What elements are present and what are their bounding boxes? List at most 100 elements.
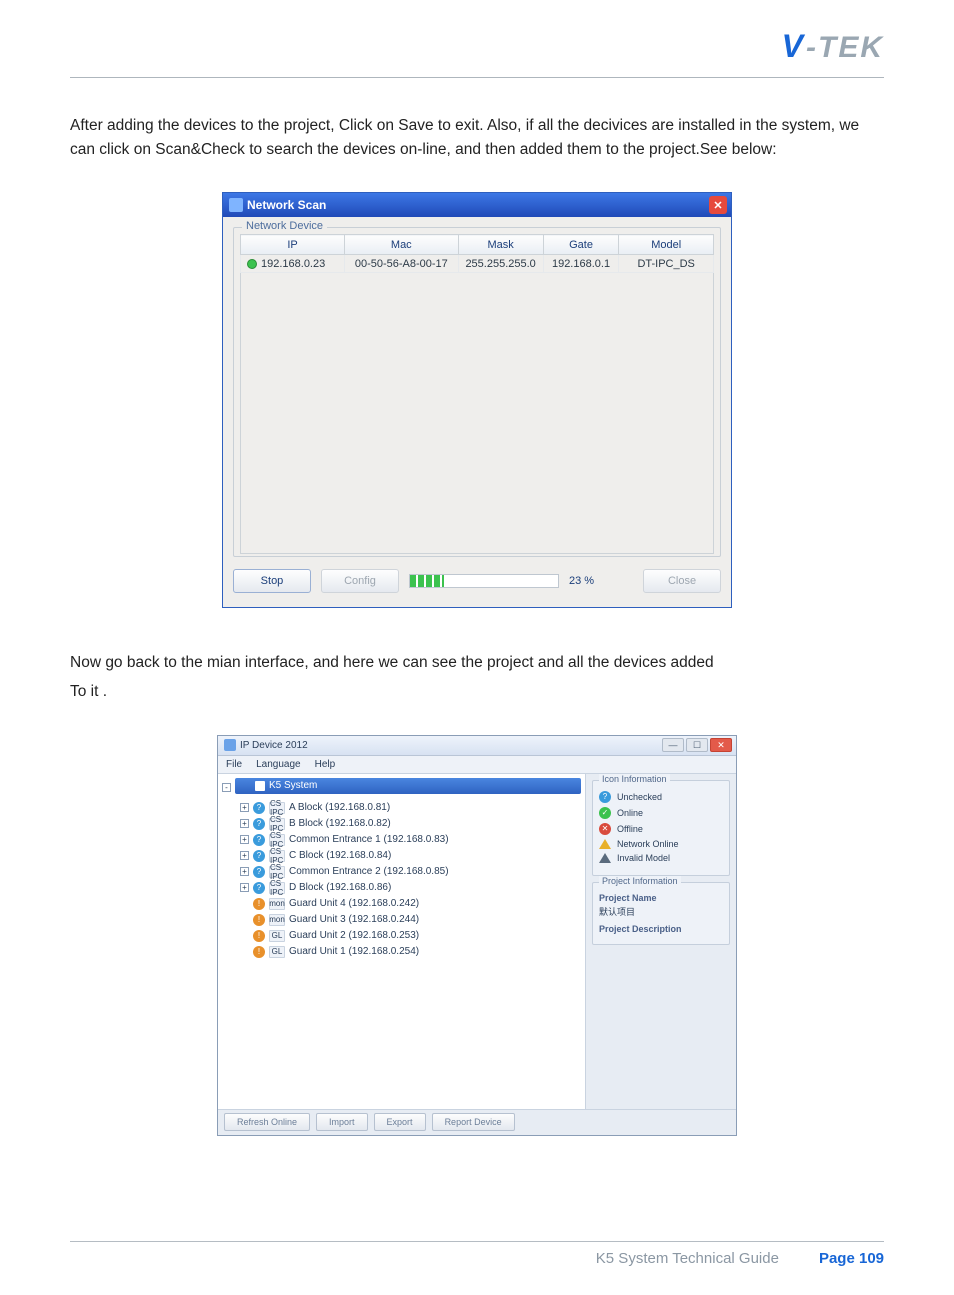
fieldset-legend: Network Device (242, 220, 327, 232)
cell-mac: 00-50-56-A8-00-17 (345, 255, 459, 273)
minimize-icon[interactable]: — (662, 738, 684, 752)
logo-rest: -TEK (806, 31, 884, 64)
menu-bar: File Language Help (218, 756, 736, 774)
cell-mask: 255.255.255.0 (458, 255, 543, 273)
system-icon (255, 781, 265, 791)
tree-item[interactable]: +? CS IPC A Block (192.168.0.81) (240, 800, 581, 816)
tree-expander[interactable]: + (240, 819, 249, 828)
table-empty-area (241, 273, 713, 553)
status-icon: ? (253, 834, 265, 846)
tree-item[interactable]: ! GL Guard Unit 1 (192.168.0.254) (240, 944, 581, 960)
status-icon: ? (253, 818, 265, 830)
col-mask[interactable]: Mask (458, 235, 543, 255)
tree-item[interactable]: +?CS IPCCommon Entrance 1 (192.168.0.83) (240, 832, 581, 848)
tree-item[interactable]: !monGuard Unit 4 (192.168.0.242) (240, 896, 581, 912)
tree-item[interactable]: +? CS IPC Common Entrance 2 (192.168.0.85) (240, 864, 581, 880)
menu-file[interactable]: File (226, 759, 242, 770)
footer-page-number: Page 109 (819, 1250, 884, 1267)
device-type-icon: CS IPC (269, 818, 285, 830)
tree-root[interactable]: K5 System (235, 778, 581, 794)
unchecked-icon: ? (599, 791, 611, 803)
config-button[interactable]: Config (321, 569, 399, 593)
device-type-icon: CS IPC (269, 882, 285, 894)
dialog-titlebar[interactable]: Network Scan ✕ (223, 193, 731, 217)
tree-item[interactable]: !GLGuard Unit 2 (192.168.0.253) (240, 928, 581, 944)
network-online-icon (599, 839, 611, 849)
device-type-icon: CS IPC (269, 850, 285, 862)
col-model[interactable]: Model (619, 235, 714, 255)
network-scan-dialog: Network Scan ✕ Network Device IP Mac Mas… (222, 192, 732, 608)
tree-expander[interactable]: + (240, 835, 249, 844)
status-icon: ! (253, 914, 265, 926)
device-type-icon: CS IPC (269, 866, 285, 878)
status-icon: ? (253, 802, 265, 814)
device-type-icon: mon (269, 898, 285, 910)
icon-info-box: Icon Information ?Unchecked ✓Online ✕Off… (592, 780, 730, 876)
paragraph-2: Now go back to the mian interface, and h… (70, 648, 884, 707)
project-info-box: Project Information Project Name 默认项目 Pr… (592, 882, 730, 945)
device-type-icon: mon (269, 914, 285, 926)
tree-item-label: Common Entrance 1 (192.168.0.83) (289, 834, 449, 845)
device-tree-panel: - K5 System +? CS IPC A Block (192.168.0.8… (218, 774, 586, 1109)
refresh-online-button[interactable]: Refresh Online (224, 1113, 310, 1131)
status-icon: ? (253, 866, 265, 878)
window-title: IP Device 2012 (240, 740, 308, 751)
project-name-label: Project Name (599, 893, 723, 903)
side-panel: Icon Information ?Unchecked ✓Online ✕Off… (586, 774, 736, 1109)
close-icon[interactable]: ✕ (710, 738, 732, 752)
tree-expander[interactable]: + (240, 883, 249, 892)
status-icon: ? (253, 850, 265, 862)
offline-icon: ✕ (599, 823, 611, 835)
tree-item-label: Common Entrance 2 (192.168.0.85) (289, 866, 449, 877)
tree-item-label: Guard Unit 3 (192.168.0.244) (289, 914, 419, 925)
tree-item-label: Guard Unit 2 (192.168.0.253) (289, 930, 419, 941)
footer-guide-title: K5 System Technical Guide (596, 1250, 779, 1267)
scan-progress-bar (409, 574, 559, 588)
status-icon: ? (253, 882, 265, 894)
stop-button[interactable]: Stop (233, 569, 311, 593)
close-button[interactable]: Close (643, 569, 721, 593)
tree-item[interactable]: ! mon Guard Unit 3 (192.168.0.244) (240, 912, 581, 928)
divider-top (70, 77, 884, 78)
paragraph-1: After adding the devices to the project,… (70, 114, 884, 162)
menu-language[interactable]: Language (256, 759, 301, 770)
maximize-icon[interactable]: ☐ (686, 738, 708, 752)
tree-expander[interactable]: + (240, 867, 249, 876)
tree-item-label: Guard Unit 1 (192.168.0.254) (289, 946, 419, 957)
device-table: IP Mac Mask Gate Model 192.168.0.23 00-5… (240, 234, 714, 554)
project-info-legend: Project Information (599, 876, 681, 886)
network-device-fieldset: Network Device IP Mac Mask Gate Model 19… (233, 227, 721, 557)
dialog-title: Network Scan (247, 198, 326, 212)
tree-item[interactable]: +? CS IPC C Block (192.168.0.84) (240, 848, 581, 864)
window-titlebar[interactable]: IP Device 2012 — ☐ ✕ (218, 736, 736, 756)
import-button[interactable]: Import (316, 1113, 368, 1131)
progress-label: 23 % (569, 575, 594, 587)
ip-device-window: IP Device 2012 — ☐ ✕ File Language Help … (217, 735, 737, 1136)
col-mac[interactable]: Mac (345, 235, 459, 255)
close-icon[interactable]: ✕ (709, 196, 727, 214)
project-name-value: 默认项目 (599, 905, 723, 918)
tree-item-label: C Block (192.168.0.84) (289, 850, 391, 861)
tree-expander[interactable]: + (240, 851, 249, 860)
tree-expander[interactable]: - (222, 783, 231, 792)
status-icon: ! (253, 930, 265, 942)
report-device-button[interactable]: Report Device (432, 1113, 515, 1131)
status-icon: ! (253, 946, 265, 958)
status-dot-icon (247, 259, 257, 269)
app-icon (224, 739, 236, 751)
tree-item[interactable]: +?CS IPCD Block (192.168.0.86) (240, 880, 581, 896)
export-button[interactable]: Export (374, 1113, 426, 1131)
cell-gate: 192.168.0.1 (543, 255, 619, 273)
tree-item-label: A Block (192.168.0.81) (289, 802, 390, 813)
table-row[interactable]: 192.168.0.23 00-50-56-A8-00-17 255.255.2… (241, 255, 714, 273)
device-type-icon: CS IPC (269, 802, 285, 814)
tree-item-label: Guard Unit 4 (192.168.0.242) (289, 898, 419, 909)
brand-logo: V-TEK (70, 28, 884, 65)
col-gate[interactable]: Gate (543, 235, 619, 255)
col-ip[interactable]: IP (241, 235, 345, 255)
device-type-icon: GL (269, 946, 285, 958)
menu-help[interactable]: Help (315, 759, 336, 770)
cell-ip: 192.168.0.23 (261, 258, 325, 270)
tree-item[interactable]: +?CS IPCB Block (192.168.0.82) (240, 816, 581, 832)
tree-expander[interactable]: + (240, 803, 249, 812)
